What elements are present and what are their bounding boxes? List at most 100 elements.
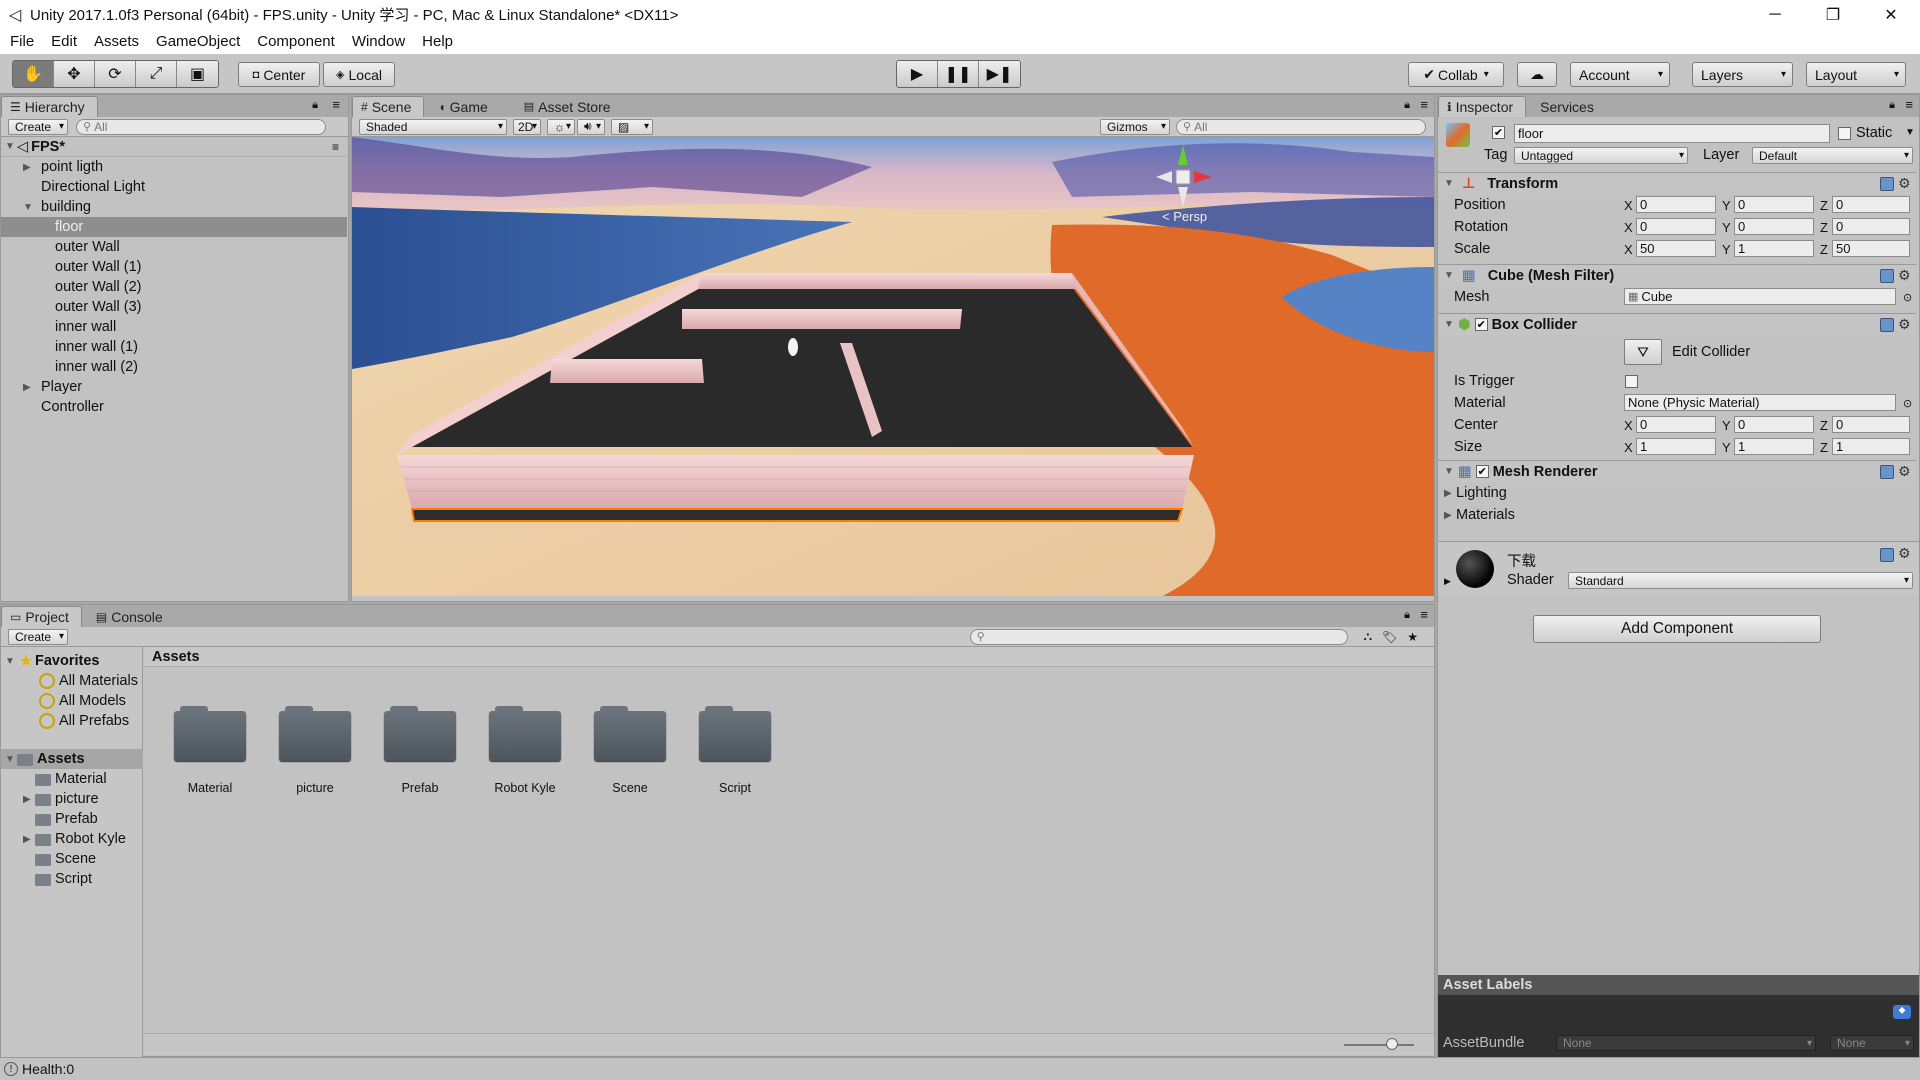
collab-dropdown[interactable]: ✔ Collab ▾ [1408,62,1504,87]
pause-button[interactable]: ❚❚ [938,61,979,87]
axis-x-label[interactable]: X [1624,220,1633,235]
hierarchy-item[interactable]: floor [1,217,347,237]
axis-z-label[interactable]: Z [1820,418,1828,433]
collapse-arrow-icon[interactable]: ▼ [1444,270,1456,281]
hierarchy-item[interactable]: outer Wall (1) [1,257,347,277]
axis-z-label[interactable]: Z [1820,440,1828,455]
pivot-center-toggle[interactable]: ◘ Center [238,62,320,87]
position-y-field[interactable]: 0 [1734,196,1814,213]
menu-edit[interactable]: Edit [41,33,84,50]
expand-arrow-icon[interactable]: ▶ [1444,488,1456,499]
gear-icon[interactable]: ⚙ [1898,545,1911,562]
shader-dropdown[interactable]: Standard [1568,572,1913,589]
axis-x-label[interactable]: X [1624,440,1633,455]
help-book-icon[interactable] [1880,177,1894,191]
scale-tool-button[interactable]: ⤢ [136,61,177,87]
size-x-field[interactable]: 1 [1636,438,1716,455]
player-capsule[interactable] [788,338,798,356]
filter-label-icon[interactable]: 🏷︎ [1382,630,1397,644]
zoom-slider-track[interactable] [1344,1044,1414,1046]
rotation-z-field[interactable]: 0 [1832,218,1910,235]
asset-tree-item[interactable]: ▶ Robot Kyle [1,829,143,849]
position-z-field[interactable]: 0 [1832,196,1910,213]
play-button[interactable]: ▶ [897,61,938,87]
axis-y-label[interactable]: Y [1722,198,1731,213]
center-x-field[interactable]: 0 [1636,416,1716,433]
chevron-down-icon[interactable]: ▼ [1905,127,1915,138]
rotation-x-field[interactable]: 0 [1636,218,1716,235]
lock-icon[interactable]: 🔒︎ [1404,99,1410,112]
object-picker-icon[interactable]: ⊙ [1903,291,1912,304]
tab-game[interactable]: ◖ Game [430,96,500,117]
panel-menu-icon[interactable]: ≡ [332,97,340,112]
hierarchy-item[interactable]: outer Wall [1,237,347,257]
asset-tree-item[interactable]: Material [1,769,143,789]
gizmos-dropdown[interactable]: Gizmos [1100,118,1170,135]
folder-label[interactable]: Prefab [370,781,470,795]
project-search-input[interactable]: ⚲ [969,628,1348,645]
axis-x-label[interactable]: X [1624,418,1633,433]
mesh-field[interactable]: ▦ Cube [1624,288,1896,305]
expand-arrow-icon[interactable]: ▶ [23,162,35,173]
favorite-item[interactable]: All Models [1,691,143,711]
move-tool-button[interactable]: ✥ [54,61,95,87]
tab-asset-store[interactable]: ▤ Asset Store [515,96,623,117]
hierarchy-item[interactable]: inner wall (2) [1,357,347,377]
gear-icon[interactable]: ⚙ [1898,267,1911,284]
mesh-filter-header[interactable]: ▼ ▦ Cube (Mesh Filter) ⚙ [1438,264,1916,286]
layer-dropdown[interactable]: Default [1752,147,1913,164]
axis-x-label[interactable]: X [1624,242,1633,257]
menu-window[interactable]: Window [342,33,412,50]
persp-label[interactable]: < Persp [1162,209,1207,224]
outer-wall-back[interactable] [698,273,1076,289]
tab-scene[interactable]: # Scene [352,96,425,117]
gear-icon[interactable]: ⚙ [1898,463,1911,480]
asset-tree-item[interactable]: Prefab [1,809,143,829]
favorite-item[interactable]: All Materials [1,671,143,691]
tab-inspector[interactable]: ℹ Inspector [1438,96,1527,117]
size-y-field[interactable]: 1 [1734,438,1814,455]
hierarchy-item[interactable]: ▶ Player [1,377,347,397]
asset-tree-item[interactable]: ▶ picture [1,789,143,809]
hierarchy-item[interactable]: inner wall [1,317,347,337]
lighting-foldout[interactable]: ▶ Lighting [1438,482,1916,504]
transform-header[interactable]: ▼ ⊥ Transform ⚙ [1438,172,1916,194]
cloud-button[interactable]: ☁ [1517,62,1557,87]
hierarchy-item[interactable]: Directional Light [1,177,347,197]
breadcrumb-assets[interactable]: Assets [152,649,200,665]
help-book-icon[interactable] [1880,548,1894,562]
panel-menu-icon[interactable]: ≡ [1905,97,1913,112]
account-dropdown[interactable]: Account ▾ [1570,62,1670,87]
scene-menu-icon[interactable]: ≡ [332,140,339,154]
hierarchy-search-input[interactable]: ⚲ All [76,118,326,135]
collider-material-field[interactable]: None (Physic Material) [1624,394,1896,411]
is-trigger-checkbox[interactable] [1625,374,1638,388]
axis-x-label[interactable]: X [1624,198,1633,213]
gear-icon[interactable]: ⚙ [1898,175,1911,192]
status-text[interactable]: Health:0 [22,1061,74,1077]
collapse-arrow-icon[interactable]: ▼ [1444,466,1456,477]
hand-tool-button[interactable]: ✋ [13,61,54,87]
mesh-renderer-header[interactable]: ▼ ▦ ✔ Mesh Renderer ⚙ [1438,460,1916,482]
outer-wall-front[interactable] [397,455,1194,509]
folder-icon[interactable] [384,706,456,762]
folder-icon[interactable] [594,706,666,762]
hierarchy-create-dropdown[interactable]: Create [8,118,68,135]
hierarchy-item[interactable]: outer Wall (2) [1,277,347,297]
favorites-row[interactable]: ▼ ★ Favorites [1,651,143,671]
box-collider-header[interactable]: ▼ ⬢ ✔ Box Collider ⚙ [1438,313,1916,335]
panel-menu-icon[interactable]: ≡ [1420,97,1428,112]
expand-arrow-icon[interactable]: ▶ [23,834,35,845]
help-book-icon[interactable] [1880,269,1894,283]
filter-type-icon[interactable]: ⛬ [1364,629,1372,644]
folder-icon[interactable] [699,706,771,762]
layers-dropdown[interactable]: Layers ▾ [1692,62,1793,87]
lighting-toggle[interactable]: ☼ [547,118,575,135]
step-button[interactable]: ▶❚ [979,61,1020,87]
expand-arrow-icon[interactable]: ▶ [1444,576,1451,587]
axis-z-label[interactable]: Z [1820,242,1828,257]
project-create-dropdown[interactable]: Create [8,628,68,645]
scene-viewport[interactable]: < Persp [352,137,1454,596]
folder-label[interactable]: Script [685,781,785,795]
help-book-icon[interactable] [1880,318,1894,332]
